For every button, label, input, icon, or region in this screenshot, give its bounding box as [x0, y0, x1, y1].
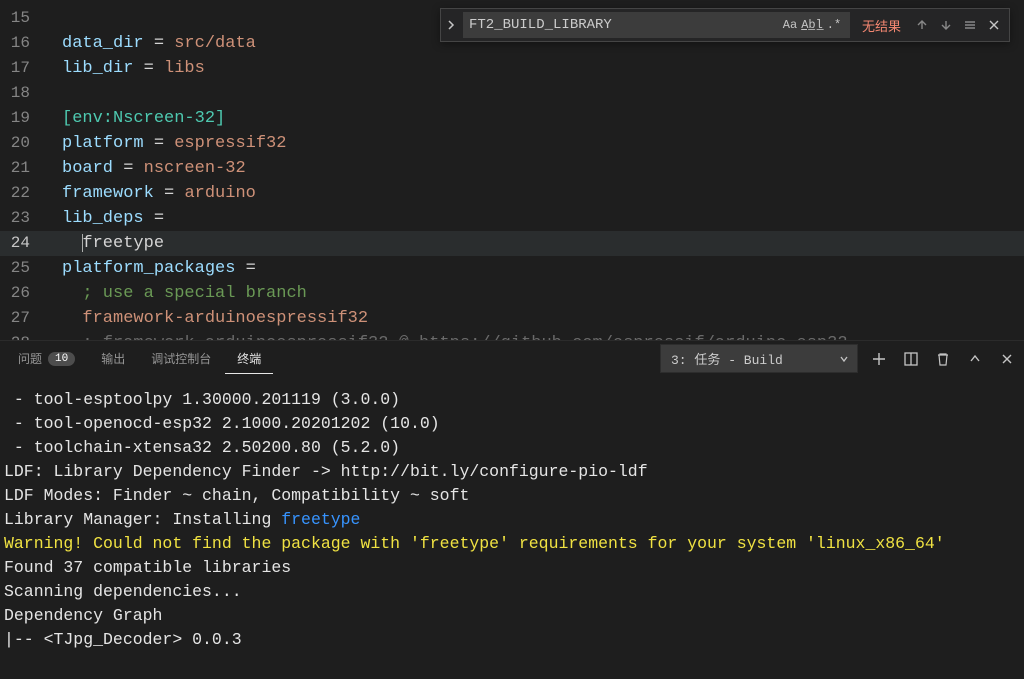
line-number: 28 [0, 331, 48, 340]
token: lib_dir [62, 59, 133, 78]
line-number: 24 [0, 231, 48, 256]
find-in-selection-button[interactable] [959, 14, 981, 36]
line-number: 19 [0, 106, 48, 131]
token: arduino [184, 184, 255, 203]
terminal-selector[interactable]: 3: 任务 - Build [660, 344, 858, 373]
code-line[interactable] [62, 81, 1024, 106]
code-line[interactable]: freetype [0, 231, 1024, 256]
token: = [144, 209, 175, 228]
code-line[interactable]: platform = espressif32 [62, 131, 1024, 156]
tab-output[interactable]: 输出 [89, 344, 137, 373]
code-area[interactable]: data_dir = src/data lib_dir = libs [env:Ns… [62, 0, 1024, 340]
token: = [154, 184, 185, 203]
token: = [144, 34, 175, 53]
tab-problems[interactable]: 问题 10 [6, 344, 87, 373]
token: ; framework-arduinoespressif32 @ https:/… [82, 334, 847, 340]
prev-match-button[interactable] [911, 14, 933, 36]
line-number: 27 [0, 306, 48, 331]
code-line[interactable]: [env:Nscreen-32] [62, 106, 1024, 131]
search-widget: Aa Ab̲l̲ .* 无结果 [440, 8, 1010, 42]
tab-terminal[interactable]: 终端 [225, 344, 273, 374]
next-match-button[interactable] [935, 14, 957, 36]
token: src/data [174, 34, 256, 53]
chevron-down-icon [839, 354, 849, 364]
line-number: 25 [0, 256, 48, 281]
tab-label: 问题 [18, 350, 42, 367]
code-line[interactable]: lib_deps = [62, 206, 1024, 231]
token: libs [164, 59, 205, 78]
token: = [113, 159, 144, 178]
search-input[interactable] [469, 17, 776, 33]
line-number: 16 [0, 31, 48, 56]
search-input-wrap: Aa Ab̲l̲ .* [463, 12, 850, 38]
match-case-toggle[interactable]: Aa [780, 15, 800, 35]
line-number: 15 [0, 6, 48, 31]
token: freetype [82, 234, 164, 253]
editor-pane: 1516171819202122232425262728 data_dir = … [0, 0, 1024, 340]
close-panel-button[interactable] [996, 348, 1018, 370]
token: [env:Nscreen-32] [62, 109, 225, 128]
kill-terminal-button[interactable] [932, 348, 954, 370]
line-number: 26 [0, 281, 48, 306]
panel-controls: 3: 任务 - Build [660, 344, 1018, 373]
token [62, 309, 82, 328]
regex-toggle[interactable]: .* [824, 15, 844, 35]
terminal-text: Found 37 compatible libraries Scanning d… [4, 558, 291, 649]
terminal-selector-label: 3: 任务 - Build [671, 353, 783, 368]
code-line[interactable]: lib_dir = libs [62, 56, 1024, 81]
token: platform_packages [62, 259, 235, 278]
token: lib_deps [62, 209, 144, 228]
panel-tabs: 问题 10 输出 调试控制台 终端 3: 任务 - Build [0, 341, 1024, 376]
search-results-label: 无结果 [852, 16, 911, 35]
search-expand-toggle[interactable] [441, 8, 461, 42]
search-nav [911, 14, 1009, 36]
match-word-toggle[interactable]: Ab̲l̲ [802, 15, 822, 35]
token: = [144, 134, 175, 153]
code-line[interactable]: ; framework-arduinoespressif32 @ https:/… [62, 331, 1024, 340]
token: framework-arduinoespressif32 [82, 309, 368, 328]
token [62, 284, 82, 303]
line-number: 23 [0, 206, 48, 231]
code-line[interactable]: framework-arduinoespressif32 [62, 306, 1024, 331]
token: platform [62, 134, 144, 153]
token [62, 334, 82, 340]
code-line[interactable]: platform_packages = [62, 256, 1024, 281]
terminal-text: - tool-esptoolpy 1.30000.201119 (3.0.0) … [4, 390, 648, 529]
line-gutter: 1516171819202122232425262728 [0, 0, 48, 340]
token: board [62, 159, 113, 178]
terminal-text: Warning! Could not find the package with… [4, 534, 945, 553]
line-number: 20 [0, 131, 48, 156]
token [62, 234, 82, 253]
bottom-panel: 问题 10 输出 调试控制台 终端 3: 任务 - Build [0, 340, 1024, 679]
tab-debug-console[interactable]: 调试控制台 [139, 344, 223, 373]
line-number: 21 [0, 156, 48, 181]
line-number: 17 [0, 56, 48, 81]
token: framework [62, 184, 154, 203]
token: ; use a special branch [82, 284, 306, 303]
token: = [133, 59, 164, 78]
maximize-panel-button[interactable] [964, 348, 986, 370]
token: data_dir [62, 34, 144, 53]
token: nscreen-32 [144, 159, 246, 178]
close-search-button[interactable] [983, 14, 1005, 36]
search-options: Aa Ab̲l̲ .* [780, 15, 844, 35]
line-number: 18 [0, 81, 48, 106]
code-line[interactable]: ; use a special branch [62, 281, 1024, 306]
new-terminal-button[interactable] [868, 348, 890, 370]
problems-count-badge: 10 [48, 352, 75, 366]
line-number: 22 [0, 181, 48, 206]
token: = [235, 259, 266, 278]
terminal-text: freetype [281, 510, 360, 529]
code-line[interactable]: board = nscreen-32 [62, 156, 1024, 181]
code-line[interactable]: framework = arduino [62, 181, 1024, 206]
token: espressif32 [174, 134, 286, 153]
split-terminal-button[interactable] [900, 348, 922, 370]
terminal-output[interactable]: - tool-esptoolpy 1.30000.201119 (3.0.0) … [0, 376, 1024, 656]
